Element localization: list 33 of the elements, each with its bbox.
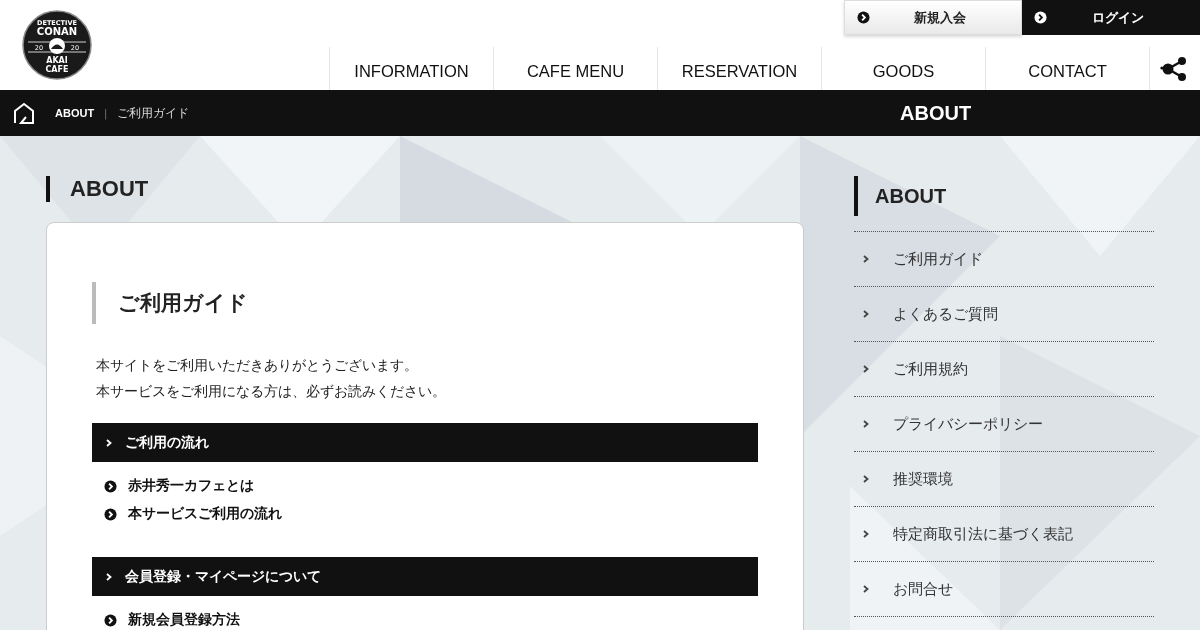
guide-link[interactable]: 本サービスご利用の流れ [104,505,758,523]
chevron-icon [863,530,869,538]
sidebar-heading: ABOUT [854,176,1154,216]
section-title: 会員登録・マイページについて [125,567,321,586]
chevron-icon [863,310,869,318]
card-title: ご利用ガイド [92,282,758,324]
login-button[interactable]: ログイン [1022,0,1200,35]
guide-link[interactable]: 赤井秀一カフェとは [104,477,758,495]
sidebar-item[interactable]: ご利用規約 [854,341,1154,396]
guide-link[interactable]: 新規会員登録方法 [104,611,758,629]
intro-text: 本サイトをご利用いただきありがとうございます。 本サービスをご利用になる方は、必ずお読みください。 [96,356,447,401]
sidebar-item[interactable]: 推奨環境 [854,451,1154,506]
chevron-icon [863,585,869,593]
chevron-icon [863,475,869,483]
page-heading: ABOUT [46,176,804,202]
sidebar-item[interactable]: プライバシーポリシー [854,396,1154,451]
section-title: ご利用の流れ [125,433,209,452]
chevron-icon [106,438,112,447]
sidebar-item[interactable]: お問合せ [854,561,1154,617]
breadcrumb-current: ご利用ガイド [117,104,190,122]
sidebar-item[interactable]: ご利用ガイド [854,231,1154,286]
signup-button[interactable]: 新規入会 [844,0,1022,35]
chevron-icon [863,365,869,373]
chevron-icon [106,572,112,581]
sidebar-item[interactable]: よくあるご質問 [854,286,1154,341]
share-icon[interactable] [1160,55,1188,82]
chevron-icon [863,255,869,263]
chevron-icon [863,420,869,428]
sidebar-item[interactable]: 特定商取引法に基づく表記 [854,506,1154,561]
breadcrumb-link[interactable]: ABOUT [55,107,95,119]
section-title: ABOUT [900,101,973,125]
home-icon[interactable] [13,102,35,124]
breadcrumb-separator: | [104,107,108,119]
